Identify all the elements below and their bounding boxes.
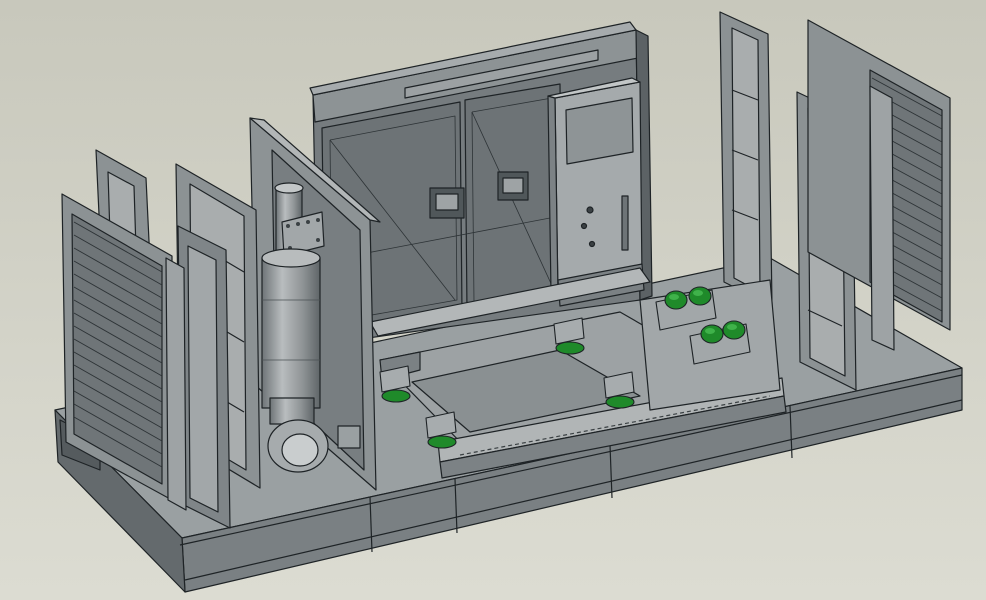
partition-access-plate[interactable] bbox=[337, 425, 361, 449]
cad-model-render[interactable] bbox=[0, 0, 986, 600]
right-ladder-inner bbox=[731, 27, 761, 293]
cabinet-knob-1[interactable] bbox=[586, 206, 594, 214]
left-ladder-front-inner bbox=[187, 245, 219, 513]
cabinet-handle[interactable] bbox=[621, 195, 629, 251]
left-louver-post bbox=[165, 257, 187, 511]
door-latch-right bbox=[502, 177, 524, 194]
door-latch-left bbox=[435, 193, 459, 211]
mount-pad bbox=[427, 435, 457, 449]
engine-mount bbox=[379, 365, 411, 403]
engine-mount bbox=[425, 411, 457, 449]
isolator-highlight bbox=[669, 294, 679, 300]
cabinet-display-window bbox=[565, 97, 634, 165]
isolator-highlight bbox=[693, 290, 703, 296]
engine-mount bbox=[553, 317, 585, 355]
isolator bbox=[688, 286, 712, 306]
engine-mount bbox=[603, 371, 635, 409]
mount-pad bbox=[555, 341, 585, 355]
exhaust-inlet-rim bbox=[274, 182, 304, 194]
silencer-outlet-opening bbox=[281, 433, 319, 467]
mount-pad bbox=[605, 395, 635, 409]
silencer-body bbox=[261, 257, 321, 409]
isolator bbox=[664, 290, 688, 310]
cabinet-knob-3[interactable] bbox=[588, 240, 596, 248]
isolator-highlight bbox=[705, 328, 715, 334]
right-louver-post bbox=[869, 85, 895, 351]
isolator-highlight bbox=[727, 324, 737, 330]
isolator bbox=[722, 320, 746, 340]
cad-viewport[interactable] bbox=[0, 0, 986, 600]
isolator bbox=[700, 324, 724, 344]
cabinet-knob-2[interactable] bbox=[580, 222, 588, 230]
silencer-top-cap bbox=[261, 248, 321, 268]
mount-pad bbox=[381, 389, 411, 403]
